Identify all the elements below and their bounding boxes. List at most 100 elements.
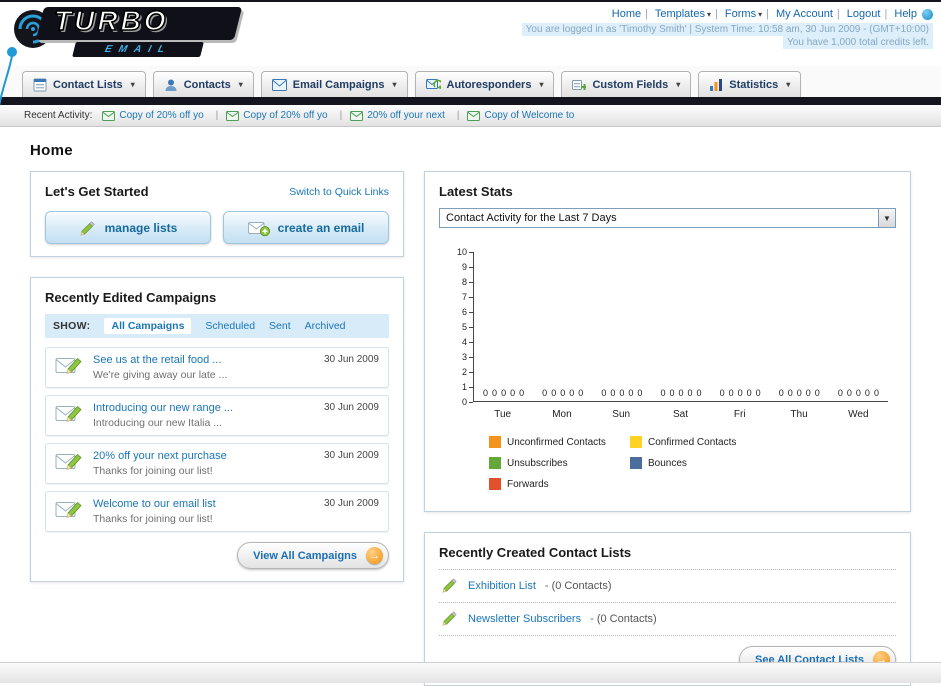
campaign-row: 20% off your next purchase Thanks for jo… bbox=[45, 443, 389, 484]
tab-contact-lists[interactable]: Contact Lists ▾ bbox=[22, 71, 146, 97]
recent-activity-item[interactable]: 20% off your next bbox=[350, 110, 467, 121]
tab-contacts[interactable]: Contacts ▾ bbox=[152, 71, 254, 97]
top-right-block: Home | Templates ▾ | Forms ▾ | My Account | Lo… bbox=[521, 8, 933, 49]
chevron-down-icon: ▾ bbox=[539, 80, 544, 89]
chevron-down-icon: ▾ bbox=[786, 80, 791, 89]
legend-swatch bbox=[489, 457, 501, 469]
nav-templates-link[interactable]: Templates bbox=[655, 8, 705, 20]
contact-list-link[interactable]: Exhibition List bbox=[468, 580, 536, 592]
pencil-icon bbox=[442, 611, 457, 626]
nav-divider-bar bbox=[0, 97, 941, 105]
envelope-icon bbox=[102, 110, 116, 121]
campaign-row: Introducing our new range ... Introducin… bbox=[45, 395, 389, 436]
contact-lists-title: Recently Created Contact Lists bbox=[439, 545, 896, 570]
top-bar: TURBO EMAIL Home | Templates ▾ | Forms ▾ | My… bbox=[0, 2, 941, 107]
legend-swatch bbox=[630, 457, 642, 469]
envelope-icon bbox=[467, 110, 481, 121]
latest-stats-panel: Latest Stats Contact Activity for the La… bbox=[424, 171, 911, 512]
filter-archived[interactable]: Archived bbox=[305, 320, 346, 332]
contact-list-item: Exhibition List - (0 Contacts) bbox=[439, 570, 896, 603]
chevron-down-icon: ▾ bbox=[130, 80, 135, 89]
chart-days-row: Tue Mon Sun Sat Fri Thu Wed bbox=[494, 409, 869, 420]
chart-plot-area: 00000000000000000000000000000000000 bbox=[473, 252, 888, 402]
legend-item: Unsubscribes bbox=[489, 457, 630, 469]
login-info-line: You are logged in as 'Timothy Smith' | S… bbox=[521, 23, 933, 36]
envelope-icon bbox=[226, 110, 240, 121]
get-started-panel: Let's Get Started Switch to Quick Links … bbox=[30, 171, 404, 257]
switch-quick-links[interactable]: Switch to Quick Links bbox=[289, 186, 389, 198]
stats-period-value: Contact Activity for the Last 7 Days bbox=[446, 212, 617, 224]
campaign-filters: SHOW: All Campaigns Scheduled Sent Archi… bbox=[45, 314, 389, 338]
nav-help-link[interactable]: Help bbox=[894, 8, 917, 20]
chevron-down-icon: ▾ bbox=[392, 80, 397, 89]
recent-activity-label: Recent Activity: bbox=[24, 110, 93, 121]
contact-list-link[interactable]: Newsletter Subscribers bbox=[468, 613, 581, 625]
campaign-edit-icon bbox=[55, 453, 82, 470]
legend-item: Forwards bbox=[489, 478, 630, 490]
balloon-string-decoration bbox=[0, 47, 17, 107]
pencil-icon bbox=[442, 578, 457, 593]
top-nav-links: Home | Templates ▾ | Forms ▾ | My Account | Lo… bbox=[522, 8, 933, 20]
main-content: Home Let's Get Started Switch to Quick L… bbox=[0, 142, 941, 686]
chart-values-row: 00000000000000000000000000000000000 bbox=[483, 388, 879, 398]
live-help-icon[interactable] bbox=[922, 8, 933, 20]
manage-lists-button[interactable]: manage lists bbox=[45, 211, 211, 244]
nav-forms-link[interactable]: Forms bbox=[725, 8, 756, 20]
chevron-down-icon: ▾ bbox=[706, 10, 711, 19]
nav-home-link[interactable]: Home bbox=[612, 8, 641, 20]
contact-activity-chart: 10 9 8 7 6 5 4 3 2 1 0 000000000000000000000000000… bbox=[445, 247, 896, 420]
envelope-plus-icon bbox=[247, 221, 270, 236]
tab-custom-fields[interactable]: Custom Fields ▾ bbox=[561, 71, 692, 97]
legend-swatch bbox=[630, 436, 642, 448]
campaign-title-link[interactable]: 20% off your next purchase bbox=[93, 450, 314, 462]
logo-title: TURBO bbox=[53, 4, 169, 37]
chevron-down-icon: ▼ bbox=[878, 209, 895, 227]
legend-label: Forwards bbox=[507, 478, 549, 490]
credits-info-line: You have 1,000 total credits left. bbox=[522, 36, 933, 49]
tab-autoresponders[interactable]: Autoresponders ▾ bbox=[414, 71, 555, 97]
legend-swatch bbox=[489, 478, 501, 490]
stats-period-select[interactable]: Contact Activity for the Last 7 Days ▼ bbox=[439, 208, 896, 228]
legend-label: Bounces bbox=[648, 457, 687, 469]
campaign-row: See us at the retail food ... We're givi… bbox=[45, 347, 389, 388]
tab-email-campaigns[interactable]: Email Campaigns ▾ bbox=[260, 71, 408, 97]
contact-list-item: Newsletter Subscribers - (0 Contacts) bbox=[439, 603, 896, 636]
recent-activity-items: Copy of 20% off yo Copy of 20% off yo 20… bbox=[102, 110, 574, 121]
create-email-button[interactable]: create an email bbox=[223, 211, 389, 244]
chevron-down-icon: ▾ bbox=[676, 80, 681, 89]
contact-list-count: - (0 Contacts) bbox=[544, 580, 612, 592]
filter-scheduled[interactable]: Scheduled bbox=[205, 320, 255, 332]
chart-legend: Unconfirmed Contacts Confirmed Contacts … bbox=[489, 436, 896, 499]
campaign-edit-icon bbox=[55, 405, 82, 422]
recent-activity-item[interactable]: Copy of 20% off yo bbox=[102, 110, 226, 121]
legend-label: Confirmed Contacts bbox=[648, 436, 737, 448]
main-nav: Contact Lists ▾ Contacts ▾ Email Campaigns… bbox=[0, 66, 941, 97]
legend-swatch bbox=[489, 436, 501, 448]
recent-activity-bar: Recent Activity: Copy of 20% off yo Copy… bbox=[0, 105, 941, 127]
campaign-title-link[interactable]: Welcome to our email list bbox=[93, 498, 314, 510]
campaign-date: 30 Jun 2009 bbox=[323, 354, 379, 365]
recent-activity-item[interactable]: Copy of 20% off yo bbox=[226, 110, 350, 121]
campaign-title-link[interactable]: Introducing our new range ... bbox=[93, 402, 314, 414]
view-all-campaigns-button[interactable]: View All Campaigns bbox=[237, 542, 389, 569]
legend-item: Confirmed Contacts bbox=[630, 436, 771, 448]
contact-lists-icon bbox=[33, 78, 47, 91]
show-label: SHOW: bbox=[53, 320, 91, 332]
campaign-title-link[interactable]: See us at the retail food ... bbox=[93, 354, 314, 366]
tab-statistics[interactable]: Statistics ▾ bbox=[698, 71, 802, 97]
email-campaigns-icon bbox=[271, 78, 287, 91]
chevron-down-icon: ▾ bbox=[238, 80, 243, 89]
page-title: Home bbox=[30, 142, 73, 159]
filter-all-campaigns[interactable]: All Campaigns bbox=[104, 318, 192, 334]
nav-my-account-link[interactable]: My Account bbox=[776, 8, 833, 20]
recent-activity-item[interactable]: Copy of Welcome to bbox=[467, 110, 574, 121]
legend-item: Bounces bbox=[630, 457, 771, 469]
legend-item: Unconfirmed Contacts bbox=[489, 436, 630, 448]
filter-sent[interactable]: Sent bbox=[269, 320, 291, 332]
app-logo: TURBO EMAIL bbox=[10, 4, 275, 64]
recently-edited-campaigns-panel: Recently Edited Campaigns SHOW: All Camp… bbox=[30, 277, 404, 582]
get-started-title: Let's Get Started bbox=[45, 184, 149, 199]
campaign-date: 30 Jun 2009 bbox=[323, 402, 379, 413]
legend-label: Unsubscribes bbox=[507, 457, 568, 469]
nav-logout-link[interactable]: Logout bbox=[847, 8, 881, 20]
